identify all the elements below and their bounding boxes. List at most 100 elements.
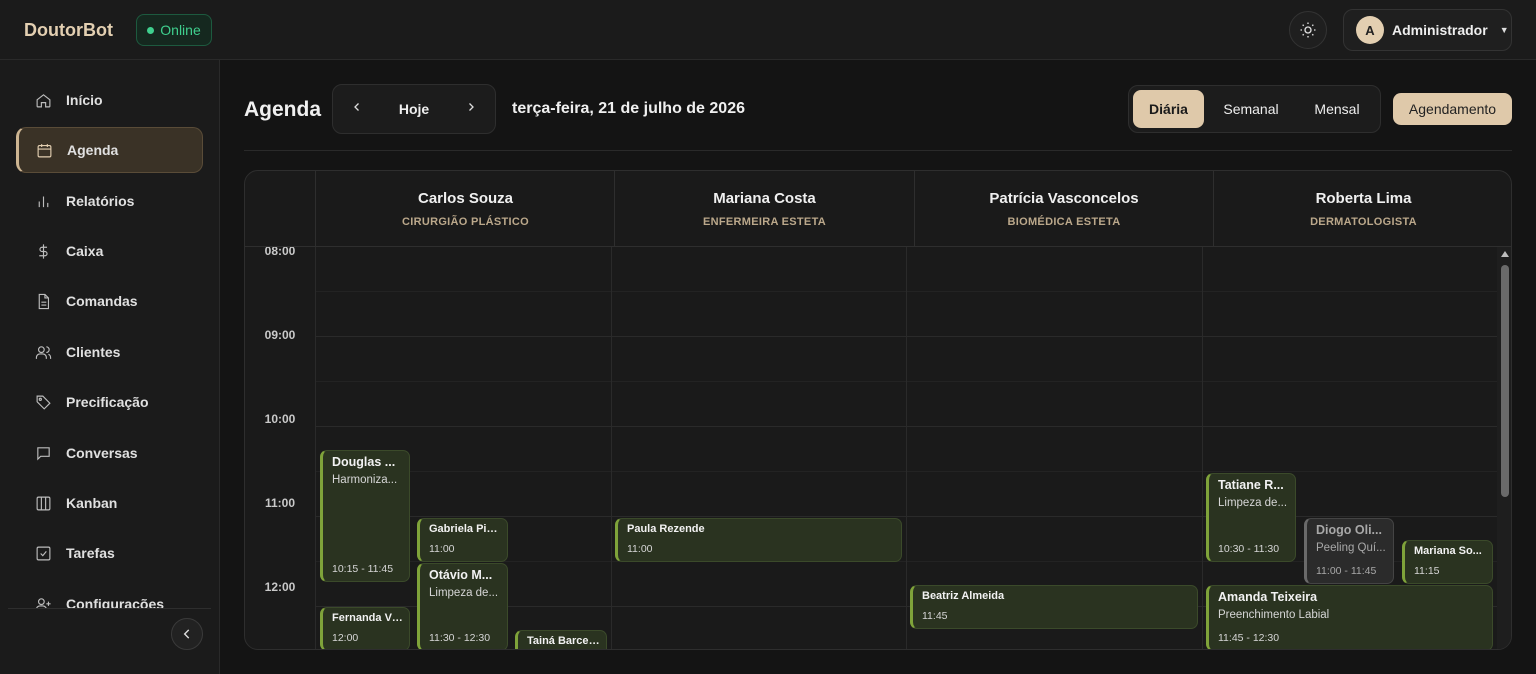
appointment-card[interactable]: Beatriz Almeida 11:45 xyxy=(910,585,1198,629)
appointment-time: 11:00 xyxy=(627,543,653,555)
appointment-service: Limpeza de... xyxy=(429,587,499,599)
appointment-card[interactable]: Paula Rezende 11:00 xyxy=(615,518,902,562)
appointment-client: Mariana So... xyxy=(1414,545,1482,557)
sidebar-item-label: Kanban xyxy=(66,495,118,511)
avatar: A xyxy=(1356,16,1384,44)
current-date-label: terça-feira, 21 de julho de 2026 xyxy=(512,100,745,117)
appointment-card[interactable]: Otávio M... Limpeza de... 11:30 - 12:30 xyxy=(417,563,508,649)
appointment-client: Paula Rezende xyxy=(627,523,705,535)
hour-label: 10:00 xyxy=(264,412,296,426)
sidebar-item-precificacao[interactable]: Precificação xyxy=(16,379,203,425)
kanban-icon xyxy=(34,494,52,512)
hour-label: 11:00 xyxy=(264,496,296,510)
appointment-card[interactable]: Gabriela Pires 11:00 xyxy=(417,518,508,562)
sidebar-item-kanban[interactable]: Kanban xyxy=(16,480,203,526)
sidebar-item-conversas[interactable]: Conversas xyxy=(16,430,203,476)
tag-icon xyxy=(34,393,52,411)
view-daily-button[interactable]: Diária xyxy=(1133,90,1204,128)
chevron-right-icon[interactable] xyxy=(465,100,477,118)
appointment-card[interactable]: Tainá Barcel... xyxy=(515,630,607,649)
hour-label: 09:00 xyxy=(264,328,296,342)
appointment-client: Tainá Barcel... xyxy=(527,635,600,647)
status-dot-icon xyxy=(147,26,155,34)
view-weekly-button[interactable]: Semanal xyxy=(1211,90,1291,128)
appointment-time: 10:15 - 11:45 xyxy=(332,563,394,575)
professional-role: ENFERMEIRA ESTETA xyxy=(702,216,827,228)
calendar-icon xyxy=(35,141,53,159)
appointment-client: Fernanda Vi... xyxy=(332,612,403,624)
top-bar: DoutorBot Online A Administrador ▼ xyxy=(0,0,1536,60)
appointment-client: Douglas ... xyxy=(332,455,396,469)
sidebar-item-clientes[interactable]: Clientes xyxy=(16,329,203,375)
time-grid: 08:00 09:00 10:00 11:00 12:00 Douglas ..… xyxy=(245,247,1511,649)
chat-icon xyxy=(34,444,52,462)
document-icon xyxy=(34,292,52,310)
appointment-service: Harmoniza... xyxy=(332,474,398,486)
sidebar-item-agenda[interactable]: Agenda xyxy=(16,127,203,173)
sidebar-item-tarefas[interactable]: Tarefas xyxy=(16,530,203,576)
scroll-up-icon[interactable] xyxy=(1501,251,1509,257)
today-button[interactable]: Hoje xyxy=(399,101,429,117)
calendar-scrollbar[interactable] xyxy=(1497,247,1511,649)
sidebar-item-label: Início xyxy=(66,92,103,108)
sidebar-item-comandas[interactable]: Comandas xyxy=(16,278,203,324)
appointment-card[interactable]: Fernanda Vi... 12:00 xyxy=(320,607,410,649)
appointment-service: Limpeza de... xyxy=(1218,497,1288,509)
chevron-left-icon xyxy=(183,629,190,639)
professional-column-header[interactable]: Mariana Costa ENFERMEIRA ESTETA xyxy=(614,171,914,246)
professional-role: CIRURGIÃO PLÁSTICO xyxy=(401,216,529,228)
view-monthly-button[interactable]: Mensal xyxy=(1301,90,1373,128)
sidebar-nav: Início Agenda Relatórios Caixa Comandas … xyxy=(0,60,219,608)
sidebar-item-caixa[interactable]: Caixa xyxy=(16,228,203,274)
column-divider xyxy=(315,247,316,649)
appointment-client: Beatriz Almeida xyxy=(922,590,1005,602)
dollar-icon xyxy=(34,242,52,260)
professional-role: DERMATOLOGISTA xyxy=(1310,216,1417,228)
professional-name: Carlos Souza xyxy=(417,190,514,207)
professional-column-header[interactable]: Roberta Lima DERMATOLOGISTA xyxy=(1213,171,1511,246)
appointment-time: 11:00 xyxy=(429,543,455,555)
hour-label: 08:00 xyxy=(264,247,296,258)
professional-name: Roberta Lima xyxy=(1315,190,1412,207)
theme-toggle-button[interactable] xyxy=(1289,11,1327,49)
brand-logo[interactable]: DoutorBot xyxy=(24,20,113,41)
professional-column-header[interactable]: Patrícia Vasconcelos BIOMÉDICA ESTETA xyxy=(914,171,1213,246)
collapse-sidebar-button[interactable] xyxy=(171,618,203,650)
column-divider xyxy=(1202,247,1203,649)
appointment-client: Tatiane R... xyxy=(1218,478,1284,492)
home-icon xyxy=(34,91,52,109)
professional-name: Patrícia Vasconcelos xyxy=(989,190,1139,207)
bar-chart-icon xyxy=(34,192,52,210)
appointment-time: 12:00 xyxy=(332,632,359,644)
sidebar-item-label: Caixa xyxy=(66,243,104,259)
scroll-thumb[interactable] xyxy=(1501,265,1509,497)
user-plus-icon xyxy=(34,595,52,608)
appointment-client: Gabriela Pires xyxy=(429,523,501,535)
chevron-down-icon: ▼ xyxy=(1499,25,1509,35)
column-divider xyxy=(611,247,612,649)
appointment-time: 11:45 - 12:30 xyxy=(1218,632,1280,644)
appointment-card[interactable]: Amanda Teixeira Preenchimento Labial 11:… xyxy=(1206,585,1493,649)
page-title: Agenda xyxy=(244,98,322,121)
appointment-card[interactable]: Douglas ... Harmoniza... 10:15 - 11:45 xyxy=(320,450,410,582)
appointment-time: 10:30 - 11:30 xyxy=(1218,543,1280,555)
appointment-card[interactable]: Mariana So... 11:15 xyxy=(1402,540,1493,584)
professional-name: Mariana Costa xyxy=(713,190,816,207)
appointment-service: Peeling Quí... xyxy=(1316,542,1386,554)
appointment-service: Preenchimento Labial xyxy=(1218,609,1330,621)
appointment-card[interactable]: Diogo Oli... Peeling Quí... 11:00 - 11:4… xyxy=(1304,518,1394,584)
sidebar-item-relatorios[interactable]: Relatórios xyxy=(16,178,203,224)
appointment-card[interactable]: Tatiane R... Limpeza de... 10:30 - 11:30 xyxy=(1206,473,1296,562)
professional-column-header[interactable]: Carlos Souza CIRURGIÃO PLÁSTICO xyxy=(315,171,615,246)
column-divider xyxy=(906,247,907,649)
sidebar-item-configuracoes[interactable]: Configurações xyxy=(16,581,203,608)
header-divider xyxy=(244,150,1512,151)
chevron-left-icon[interactable] xyxy=(351,100,363,118)
appointment-client: Diogo Oli... xyxy=(1316,523,1382,537)
user-menu-button[interactable]: A Administrador ▼ xyxy=(1343,9,1512,51)
new-appointment-button[interactable]: Agendamento xyxy=(1393,93,1512,125)
sidebar-item-label: Agenda xyxy=(67,142,119,158)
appointment-time: 11:45 xyxy=(922,610,948,622)
sidebar-item-label: Configurações xyxy=(66,596,165,608)
sidebar-item-inicio[interactable]: Início xyxy=(16,77,203,123)
